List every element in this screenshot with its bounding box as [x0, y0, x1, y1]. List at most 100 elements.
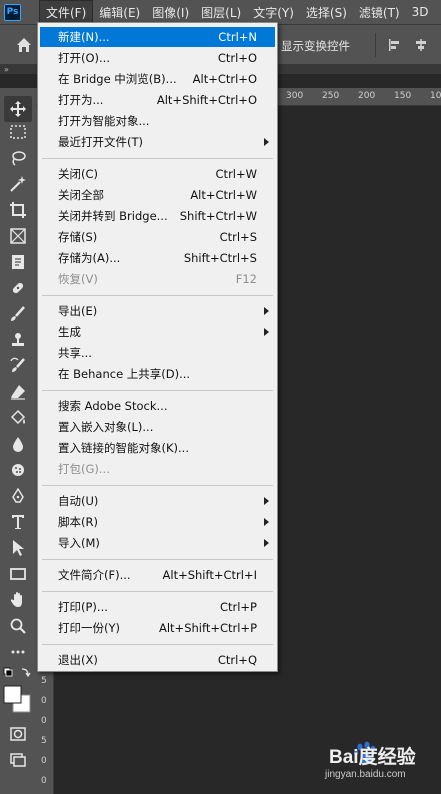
- menu-image[interactable]: 图像(I): [146, 0, 195, 24]
- file-menu-item[interactable]: 搜索 Adobe Stock...: [40, 396, 275, 416]
- eraser-tool-icon[interactable]: [8, 382, 28, 402]
- align-left-icon[interactable]: [388, 38, 402, 52]
- submenu-arrow-icon: [264, 539, 269, 547]
- history-brush-tool-icon[interactable]: [8, 356, 28, 376]
- ruler-label: 250: [322, 91, 340, 101]
- menu-item-shortcut: Ctrl+Q: [217, 653, 257, 667]
- show-transform-controls-label[interactable]: 显示变换控件: [281, 38, 350, 54]
- menu-item-shortcut: Ctrl+N: [218, 30, 257, 44]
- menu-filter[interactable]: 滤镜(T): [353, 0, 406, 24]
- brush-tool-icon[interactable]: [8, 304, 28, 324]
- healing-brush-tool-icon[interactable]: [8, 278, 28, 298]
- file-menu-item[interactable]: 导入(M): [40, 533, 275, 553]
- file-menu-item: 恢复(V) F12: [40, 269, 275, 289]
- menu-item-shortcut: Alt+Ctrl+W: [190, 188, 257, 202]
- file-menu-item[interactable]: 置入链接的智能对象(K)...: [40, 438, 275, 458]
- file-menu-item[interactable]: 打开为智能对象...: [40, 111, 275, 131]
- file-menu-item[interactable]: 打印(P)... Ctrl+P: [40, 597, 275, 617]
- menu-item-label: 打开为...: [58, 93, 104, 107]
- watermark-brand: Bai度经验: [329, 747, 416, 768]
- file-menu-item[interactable]: 自动(U): [40, 491, 275, 511]
- file-menu-item[interactable]: 关闭(C) Ctrl+W: [40, 164, 275, 184]
- menu-type[interactable]: 文字(Y): [247, 0, 300, 24]
- file-menu-item[interactable]: 导出(E): [40, 301, 275, 321]
- file-menu-dropdown: 新建(N)... Ctrl+N 打开(O)... Ctrl+O 在 Bridge 中浏览…: [37, 22, 278, 672]
- file-menu-item[interactable]: 生成: [40, 322, 275, 342]
- menu-edit[interactable]: 编辑(E): [93, 0, 146, 24]
- menu-item-label: 共享...: [58, 346, 92, 360]
- hand-tool-icon[interactable]: [8, 590, 28, 610]
- ruler-label: 150: [394, 91, 412, 101]
- move-tool-icon[interactable]: [4, 96, 32, 122]
- menu-item-label: 文件简介(F)...: [58, 568, 131, 582]
- file-menu-item[interactable]: 在 Bridge 中浏览(B)... Alt+Ctrl+O: [40, 69, 275, 89]
- lasso-tool-icon[interactable]: [8, 148, 28, 168]
- submenu-arrow-icon: [264, 307, 269, 315]
- menu-item-shortcut: Alt+Ctrl+O: [192, 72, 257, 86]
- menu-item-label: 在 Behance 上共享(D)...: [58, 367, 191, 381]
- menu-item-label: 恢复(V): [58, 272, 98, 286]
- marquee-tool-icon[interactable]: [8, 122, 28, 142]
- menu-item-shortcut: Alt+Shift+Ctrl+O: [156, 93, 257, 107]
- submenu-arrow-icon: [264, 497, 269, 505]
- menu-separator: [42, 158, 273, 159]
- screen-mode-icon[interactable]: [8, 750, 28, 770]
- zoom-tool-icon[interactable]: [8, 616, 28, 636]
- clone-stamp-tool-icon[interactable]: [8, 330, 28, 350]
- file-menu-item[interactable]: 存储为(A)... Shift+Ctrl+S: [40, 248, 275, 268]
- ruler-label: 300: [286, 91, 304, 101]
- blur-tool-icon[interactable]: [8, 434, 28, 454]
- magic-wand-tool-icon[interactable]: [8, 174, 28, 194]
- file-menu-item[interactable]: 置入嵌入对象(L)...: [40, 417, 275, 437]
- file-menu-item[interactable]: 最近打开文件(T): [40, 132, 275, 152]
- menu-item-shortcut: Ctrl+P: [219, 600, 257, 614]
- file-menu-item[interactable]: 关闭全部 Alt+Ctrl+W: [40, 185, 275, 205]
- collapse-icon[interactable]: »: [4, 65, 9, 74]
- file-menu-item[interactable]: 共享...: [40, 343, 275, 363]
- file-menu-item[interactable]: 新建(N)... Ctrl+N: [40, 27, 275, 47]
- quick-mask-icon[interactable]: [8, 724, 28, 744]
- ruler-label: 0: [41, 696, 47, 706]
- menu-item-shortcut: Ctrl+W: [215, 167, 257, 181]
- file-menu-item[interactable]: 存储(S) Ctrl+S: [40, 227, 275, 247]
- menu-layer[interactable]: 图层(L): [195, 0, 247, 24]
- file-menu-item[interactable]: 关闭并转到 Bridge... Shift+Ctrl+W: [40, 206, 275, 226]
- menu-item-label: 关闭全部: [58, 188, 104, 202]
- menu-item-label: 打开为智能对象...: [58, 114, 150, 128]
- path-selection-tool-icon[interactable]: [8, 538, 28, 558]
- home-icon[interactable]: [16, 37, 32, 53]
- file-menu-item[interactable]: 退出(X) Ctrl+Q: [40, 650, 275, 670]
- ruler-label: 0: [41, 776, 47, 786]
- eyedropper-tool-icon[interactable]: [8, 252, 28, 272]
- menu-item-label: 关闭(C): [58, 167, 99, 181]
- crop-tool-icon[interactable]: [8, 200, 28, 220]
- align-center-icon[interactable]: [414, 38, 428, 52]
- frame-tool-icon[interactable]: [8, 226, 28, 246]
- menu-item-label: 脚本(R): [58, 515, 98, 529]
- menu-item-label: 搜索 Adobe Stock...: [58, 399, 168, 413]
- file-menu-item[interactable]: 在 Behance 上共享(D)...: [40, 364, 275, 384]
- file-menu-item[interactable]: 脚本(R): [40, 512, 275, 532]
- file-menu-item[interactable]: 文件简介(F)... Alt+Shift+Ctrl+I: [40, 565, 275, 585]
- menu-item-label: 导出(E): [58, 304, 98, 318]
- menu-separator: [42, 591, 273, 592]
- type-tool-icon[interactable]: [8, 512, 28, 532]
- file-menu-item[interactable]: 打开为... Alt+Shift+Ctrl+O: [40, 90, 275, 110]
- menu-3d[interactable]: 3D: [406, 0, 435, 24]
- file-menu-item[interactable]: 打印一份(Y) Alt+Shift+Ctrl+P: [40, 618, 275, 638]
- file-menu-item[interactable]: 打开(O)... Ctrl+O: [40, 48, 275, 68]
- menu-item-shortcut: Alt+Shift+Ctrl+P: [158, 621, 257, 635]
- swap-colors-icon[interactable]: [2, 666, 34, 680]
- dodge-tool-icon[interactable]: [8, 460, 28, 480]
- menu-separator: [42, 644, 273, 645]
- menu-item-label: 最近打开文件(T): [58, 135, 143, 149]
- menu-item-shortcut: Ctrl+O: [217, 51, 257, 65]
- pen-tool-icon[interactable]: [8, 486, 28, 506]
- rectangle-tool-icon[interactable]: [8, 564, 28, 584]
- menu-select[interactable]: 选择(S): [300, 0, 353, 24]
- menu-file[interactable]: 文件(F): [39, 0, 94, 24]
- foreground-background-colors[interactable]: [2, 684, 32, 714]
- paint-bucket-tool-icon[interactable]: [8, 408, 28, 428]
- tools-panel: [0, 88, 36, 794]
- more-tools-icon[interactable]: [8, 642, 28, 662]
